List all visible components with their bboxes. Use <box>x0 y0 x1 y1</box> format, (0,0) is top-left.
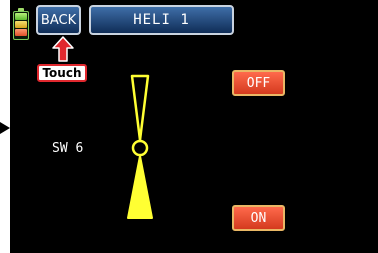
switch-position-graphic <box>120 72 164 222</box>
switch-label: SW 6 <box>52 141 84 156</box>
touch-callout: Touch <box>37 64 87 82</box>
back-button[interactable]: BACK <box>36 5 81 35</box>
up-arrow-icon <box>52 36 74 62</box>
lcd-screen: BACK HELI 1 Touch SW 6 OFF ON <box>10 0 378 253</box>
on-button[interactable]: ON <box>232 205 285 231</box>
pointer-arrow-icon <box>0 119 10 134</box>
battery-icon <box>13 8 29 40</box>
off-button[interactable]: OFF <box>232 70 285 96</box>
battery-segment-yellow <box>15 21 27 28</box>
battery-segment-orange <box>15 29 27 36</box>
battery-segment-green <box>15 13 27 20</box>
model-title: HELI 1 <box>89 5 234 35</box>
